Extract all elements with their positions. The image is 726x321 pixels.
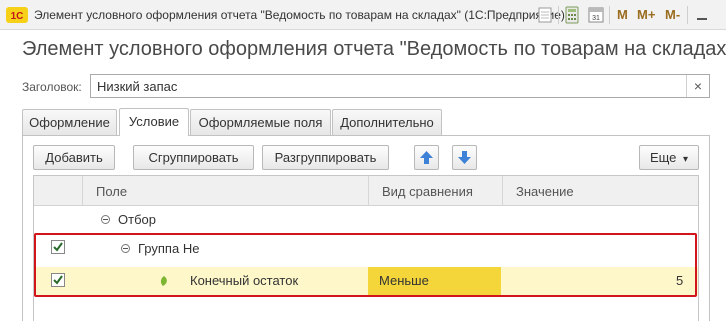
add-button[interactable]: Добавить (33, 145, 115, 170)
tab-dopolnitelno[interactable]: Дополнительно (332, 109, 442, 136)
ungroup-button[interactable]: Разгруппировать (262, 145, 389, 170)
window-titlebar: 1С Элемент условного оформления отчета "… (0, 0, 726, 30)
zagolovok-label: Заголовок: (22, 80, 82, 94)
table-header: Поле Вид сравнения Значение (34, 176, 698, 206)
move-up-button[interactable] (414, 145, 439, 170)
arrow-down-icon (458, 151, 471, 164)
calendar-day: 31 (592, 15, 600, 22)
toolbar-separator (609, 6, 610, 24)
arrow-up-icon (420, 151, 433, 164)
logo-text: 1С (11, 11, 24, 22)
column-separator (502, 176, 503, 206)
calendar-icon[interactable]: 31 (587, 6, 605, 24)
zagolovok-input[interactable] (90, 74, 710, 98)
page-title: Элемент условного оформления отчета "Вед… (22, 38, 726, 60)
column-header-pole[interactable]: Поле (96, 184, 127, 199)
toolbar-separator (558, 6, 559, 24)
memory-plus-button[interactable]: M+ (637, 7, 655, 22)
column-separator (368, 176, 369, 206)
column-separator (82, 176, 83, 206)
clear-button[interactable]: × (686, 75, 709, 97)
tab-uslovie[interactable]: Условие (119, 108, 189, 136)
chevron-down-icon: ▾ (683, 154, 689, 165)
document-icon[interactable] (536, 6, 554, 24)
calculator-icon[interactable] (563, 6, 581, 24)
column-header-vid-sravneniya[interactable]: Вид сравнения (382, 184, 473, 199)
tab-oformlyaemye-polya[interactable]: Оформляемые поля (190, 109, 331, 136)
highlight-frame (34, 233, 697, 297)
app-logo-icon: 1С (6, 7, 28, 23)
more-button[interactable]: Еще ▾ (639, 145, 699, 170)
minimize-icon[interactable] (693, 6, 711, 24)
move-down-button[interactable] (452, 145, 477, 170)
window-title: Элемент условного оформления отчета "Вед… (34, 8, 565, 22)
column-header-znachenie[interactable]: Значение (516, 184, 574, 199)
toolbar-separator (687, 6, 688, 24)
memory-minus-button[interactable]: M- (665, 7, 680, 22)
group-button[interactable]: Сгруппировать (133, 145, 254, 170)
more-button-label: Еще (649, 150, 677, 165)
collapse-icon[interactable] (101, 215, 110, 224)
memory-m-button[interactable]: M (617, 7, 628, 22)
table-row-otbor[interactable]: Отбор (118, 212, 156, 227)
tab-oformlenie[interactable]: Оформление (22, 109, 117, 136)
